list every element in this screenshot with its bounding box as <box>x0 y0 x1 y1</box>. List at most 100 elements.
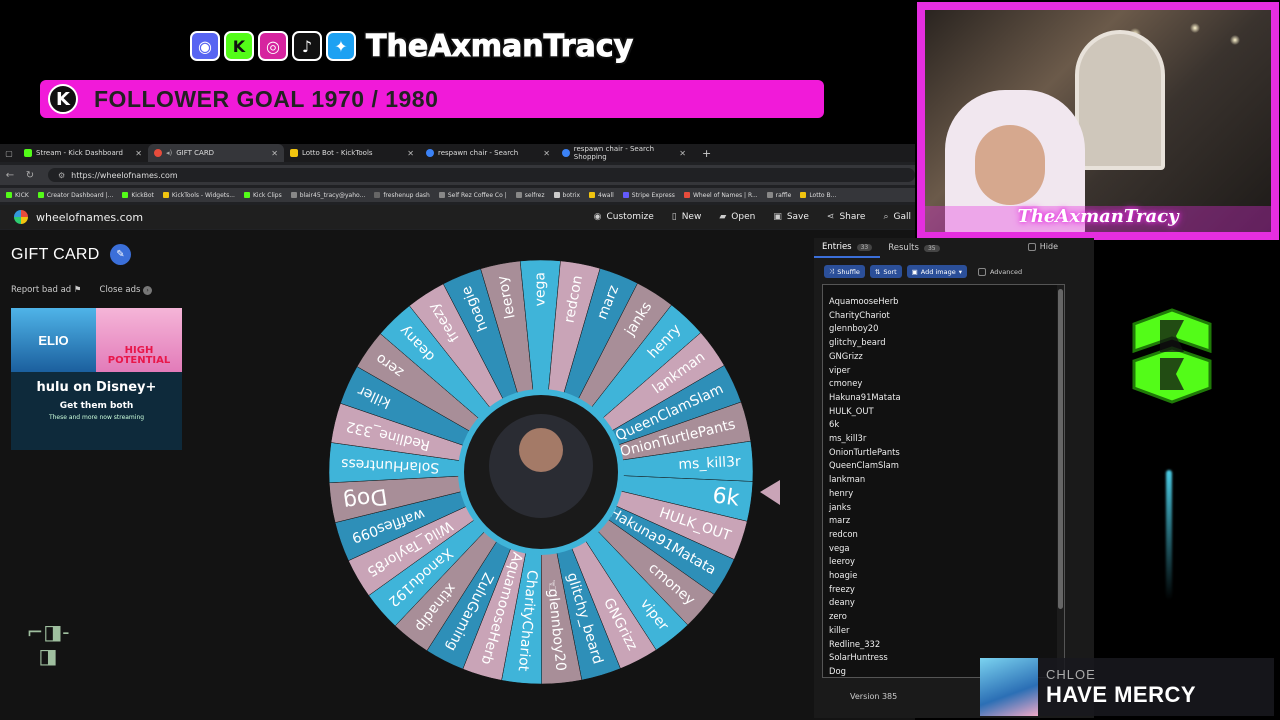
entry-item[interactable]: lankman <box>829 473 1064 487</box>
entries-textarea[interactable]: AquamooseHerb CharityChariot glennboy20 gli… <box>822 284 1065 678</box>
entry-item[interactable]: glennboy20 <box>829 322 1064 336</box>
center-face-skin <box>519 428 563 472</box>
entry-item[interactable]: AquamooseHerb <box>829 295 1064 309</box>
webcam-name-label: TheAxmanTracy <box>925 206 1271 232</box>
entry-item[interactable]: GNGrizz <box>829 350 1064 364</box>
kick-favicon-icon <box>24 149 32 157</box>
customize-button[interactable]: ◉ Customize <box>594 212 654 222</box>
tab-results[interactable]: Results 35 <box>880 238 947 258</box>
site-info-icon[interactable]: ⚙ <box>58 171 65 180</box>
bookmark-item[interactable]: Lotto B... <box>800 192 836 199</box>
bookmark-item[interactable]: freshenup dash <box>374 192 430 199</box>
bookmark-item[interactable]: KickBot <box>122 192 154 199</box>
share-button[interactable]: ⋖ Share <box>827 212 866 222</box>
entry-item[interactable]: ms_kill3r <box>829 432 1064 446</box>
entry-item[interactable]: deany <box>829 596 1064 610</box>
entry-item[interactable]: redcon <box>829 528 1064 542</box>
ad-headline: Get them both <box>59 401 134 411</box>
entry-item[interactable]: janks <box>829 501 1064 515</box>
save-button[interactable]: ▣ Save <box>773 212 809 222</box>
search-icon: ⌕ <box>883 212 889 222</box>
advanced-toggle[interactable]: Advanced <box>977 265 1022 278</box>
spinning-wheel[interactable]: 6kHULK_OUTHakuna91MatatacmoneyviperGNGri… <box>320 260 780 690</box>
new-tab-button[interactable]: + <box>702 147 711 160</box>
open-button[interactable]: ▰ Open <box>719 212 755 222</box>
entry-item[interactable]: killer <box>829 624 1064 638</box>
site-name[interactable]: wheelofnames.com <box>36 211 143 224</box>
entry-item[interactable]: vega <box>829 542 1064 556</box>
tab-gift-card[interactable]: ◂) GIFT CARD ✕ <box>148 144 284 162</box>
entry-item[interactable]: leeroy <box>829 555 1064 569</box>
reload-icon[interactable]: ↻ <box>20 170 40 181</box>
close-tab-icon[interactable]: ✕ <box>679 149 686 158</box>
tab-label: GIFT CARD <box>176 149 215 157</box>
shuffle-button[interactable]: ⤨ Shuffle <box>824 265 865 278</box>
bookmark-item[interactable]: 4wall <box>589 192 614 199</box>
info-icon: › <box>143 286 153 295</box>
edit-title-button[interactable]: ✎ <box>110 244 131 265</box>
bookmark-item[interactable]: Self Rez Coffee Co | <box>438 192 507 199</box>
bookmark-item[interactable]: botrix <box>553 192 580 199</box>
entry-item[interactable]: cmoney <box>829 377 1064 391</box>
ad-text: hulu on Disney+ Get them both These and … <box>11 372 182 421</box>
bookmark-item[interactable]: Wheel of Names | R... <box>683 192 758 199</box>
bookmark-item[interactable]: Creator Dashboard |... <box>37 192 113 199</box>
entry-item[interactable]: OnionTurtlePants <box>829 446 1064 460</box>
close-tab-icon[interactable]: ✕ <box>543 149 550 158</box>
hide-toggle[interactable]: Hide <box>1027 242 1058 251</box>
entry-item[interactable]: 6k <box>829 418 1064 432</box>
bookmark-item[interactable]: KickTools - Widgets... <box>162 192 235 199</box>
site-menu: ◉ Customize ▯ New ▰ Open ▣ Save ⋖ Share ⌕ Gall <box>594 205 915 229</box>
wheel-logo-icon[interactable] <box>14 210 28 224</box>
audio-icon: ◂) <box>166 149 173 157</box>
discord-icon: ◉ <box>190 31 220 61</box>
hide-checkbox[interactable] <box>1027 242 1036 251</box>
tab-respawn-shopping[interactable]: respawn chair - Search Shopping ✕ <box>556 144 692 162</box>
kicktools-favicon-icon <box>290 149 298 157</box>
entry-item[interactable]: zero <box>829 610 1064 624</box>
scrollbar-thumb[interactable] <box>1058 289 1063 609</box>
close-tab-icon[interactable]: ✕ <box>135 149 142 158</box>
advertisement[interactable]: ELIO HIGH POTENTIAL hulu on Disney+ Get … <box>11 308 182 450</box>
entry-item[interactable]: henry <box>829 487 1064 501</box>
bookmark-item[interactable]: selfrez <box>515 192 545 199</box>
new-button[interactable]: ▯ New <box>672 212 702 222</box>
entries-list: AquamooseHerb CharityChariot glennboy20 gli… <box>829 295 1064 677</box>
entry-item[interactable]: freezy <box>829 583 1064 597</box>
bookmark-item[interactable]: Stripe Express <box>622 192 675 199</box>
sort-button[interactable]: ⇅ Sort <box>869 265 902 278</box>
tab-list-icon[interactable]: ▢ <box>0 149 18 158</box>
wheel-title: GIFT CARD <box>11 246 100 263</box>
entry-item[interactable]: Hakuna91Matata <box>829 391 1064 405</box>
bookmark-item[interactable]: raffle <box>766 192 791 199</box>
add-image-button[interactable]: ▣ Add image ▾ <box>906 265 967 278</box>
entry-item[interactable]: QueenClamSlam <box>829 459 1064 473</box>
entry-item[interactable]: glitchy_beard <box>829 336 1064 350</box>
ad-elio-image: ELIO <box>11 308 96 372</box>
site-header: wheelofnames.com ◉ Customize ▯ New ▰ Open ▣… <box>0 205 915 229</box>
bookmark-item[interactable]: blair45_tracy@yaho... <box>290 192 365 199</box>
bookmark-item[interactable]: Kick Clips <box>243 192 282 199</box>
advanced-checkbox[interactable] <box>977 267 986 276</box>
entry-item[interactable]: Redline_332 <box>829 638 1064 652</box>
tab-lotto-bot[interactable]: Lotto Bot - KickTools ✕ <box>284 144 420 162</box>
tab-respawn-search[interactable]: respawn chair - Search ✕ <box>420 144 556 162</box>
gallery-button[interactable]: ⌕ Gall <box>883 212 911 222</box>
flag-icon: ⚑ <box>73 285 82 295</box>
url-field[interactable]: ⚙ https://wheelofnames.com <box>48 168 915 182</box>
back-icon[interactable]: ← <box>0 170 20 181</box>
report-ad-link[interactable]: Report bad ad ⚑ <box>11 285 82 295</box>
entries-scrollbar[interactable] <box>1057 285 1064 677</box>
tab-entries[interactable]: Entries 33 <box>814 238 881 258</box>
close-tab-icon[interactable]: ✕ <box>407 149 414 158</box>
entry-item[interactable]: HULK_OUT <box>829 405 1064 419</box>
close-tab-icon[interactable]: ✕ <box>271 149 278 158</box>
entry-item[interactable]: viper <box>829 364 1064 378</box>
entry-item[interactable]: marz <box>829 514 1064 528</box>
share-icon: ⋖ <box>826 212 835 222</box>
entry-item[interactable]: CharityChariot <box>829 309 1064 323</box>
entry-item[interactable]: hoagie <box>829 569 1064 583</box>
close-ads-link[interactable]: Close ads › <box>100 285 153 295</box>
bookmark-item[interactable]: KICK <box>6 192 29 199</box>
tab-kick-dashboard[interactable]: Stream - Kick Dashboard ✕ <box>18 144 148 162</box>
